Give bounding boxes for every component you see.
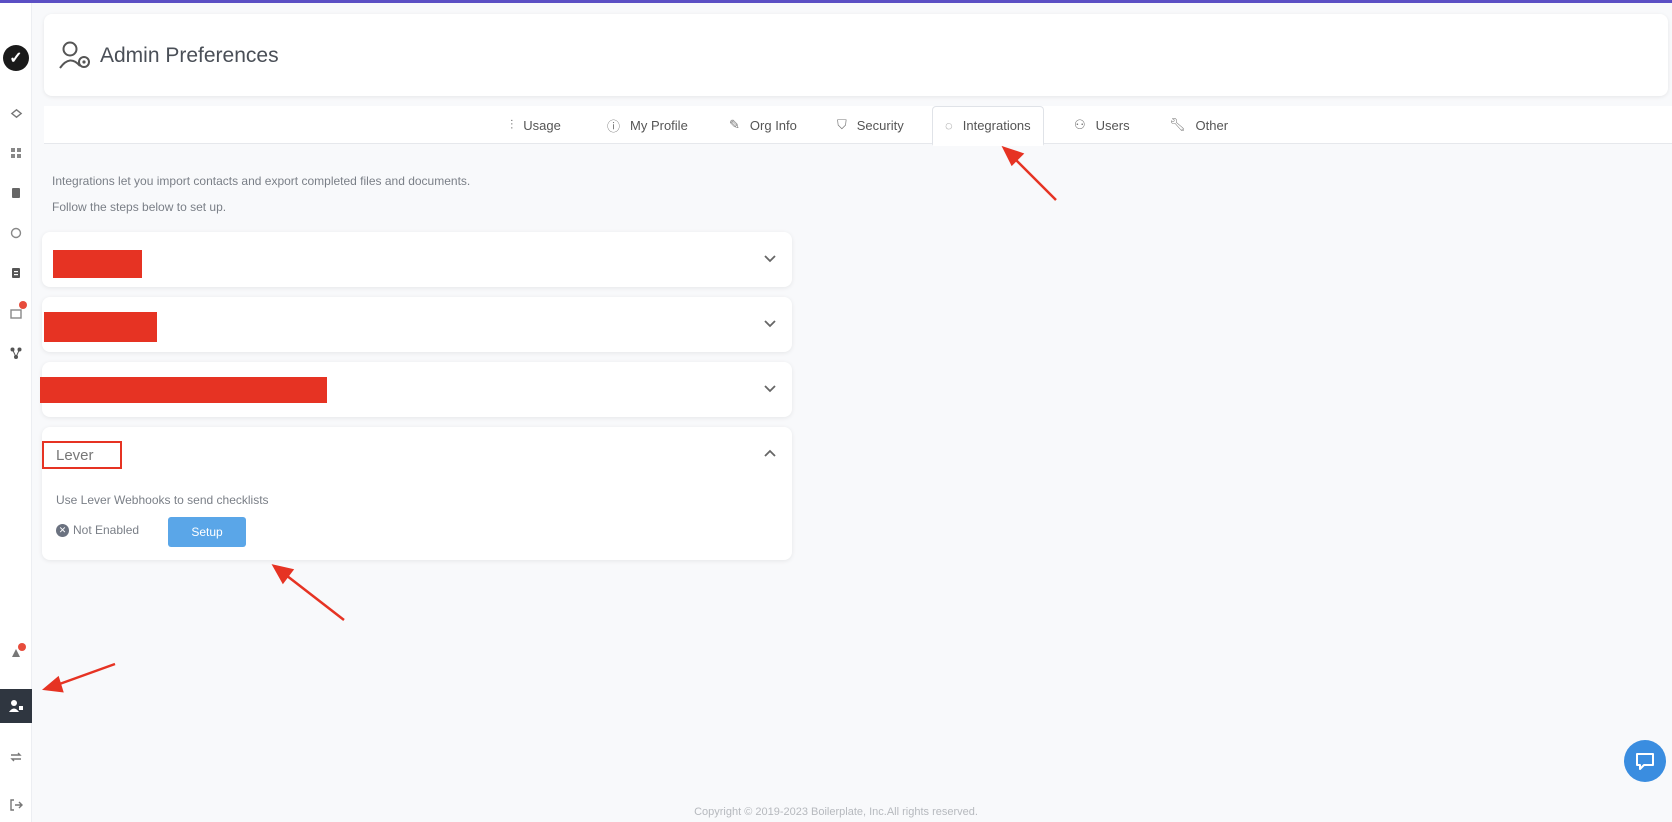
lever-status: ✕ Not Enabled: [56, 523, 139, 537]
chevron-up-icon[interactable]: [762, 445, 778, 461]
admin-user-icon[interactable]: [0, 689, 32, 723]
tab-label: Users: [1095, 117, 1130, 133]
tab-users[interactable]: ⚇ Users: [1074, 106, 1130, 144]
chat-icon: [1636, 753, 1654, 770]
chart-icon: ⫶: [510, 117, 514, 132]
admin-settings-icon: [59, 41, 90, 69]
lever-description: Use Lever Webhooks to send checklists: [56, 493, 269, 507]
chevron-down-icon[interactable]: [762, 380, 778, 396]
intro-text: Integrations let you import contacts and…: [52, 174, 471, 188]
page-title: Admin Preferences: [100, 44, 279, 67]
chat-widget-button[interactable]: [1624, 740, 1666, 782]
notifications-icon[interactable]: [0, 639, 32, 667]
chevron-down-icon[interactable]: [762, 315, 778, 331]
tab-label: Usage: [523, 117, 561, 133]
integration-accordion[interactable]: [42, 297, 792, 352]
list-icon[interactable]: [0, 139, 32, 167]
document-icon[interactable]: [0, 259, 32, 287]
intro-subtext: Follow the steps below to set up.: [52, 200, 227, 214]
notification-badge: [18, 643, 26, 651]
integration-accordion[interactable]: [40, 362, 792, 417]
footer-copyright: Copyright © 2019-2023 Boilerplate, Inc.A…: [694, 806, 978, 818]
top-accent-bar: [0, 0, 1672, 3]
clipboard-icon[interactable]: [0, 179, 32, 207]
sidebar: ✓: [0, 3, 32, 822]
tab-org-info[interactable]: ✎ Org Info: [729, 106, 797, 144]
page-header: Admin Preferences: [44, 14, 1668, 96]
tab-label: Integrations: [962, 118, 1031, 133]
tab-label: My Profile: [630, 117, 688, 133]
inbox-icon[interactable]: [0, 299, 32, 327]
status-dot-icon: ✕: [56, 523, 69, 537]
workflow-icon[interactable]: [0, 339, 32, 367]
chat-bubbles-icon[interactable]: [0, 219, 32, 247]
dashboard-icon[interactable]: [0, 99, 32, 127]
integration-accordion[interactable]: [42, 232, 792, 287]
tab-label: Org Info: [749, 117, 797, 133]
tab-security[interactable]: ⛉ Security: [837, 106, 904, 144]
tab-other[interactable]: 🔧︎ Other: [1169, 106, 1228, 144]
app-logo-icon[interactable]: ✓: [3, 45, 29, 71]
plug-icon: ◌: [945, 118, 953, 133]
tab-my-profile[interactable]: ⓘ My Profile: [607, 106, 688, 144]
tab-label: Security: [856, 117, 904, 133]
tab-usage[interactable]: ⫶ Usage: [510, 106, 561, 144]
preferences-tabs: ⫶ Usage ⓘ My Profile ✎ Org Info ⛉ Securi…: [44, 106, 1672, 146]
tab-integrations[interactable]: ◌ Integrations: [932, 106, 1044, 146]
sync-icon[interactable]: [0, 743, 32, 771]
lever-title[interactable]: Lever: [42, 441, 122, 469]
tab-label: Other: [1195, 117, 1229, 133]
shield-icon: ⛉: [837, 117, 847, 132]
redacted-label: [53, 250, 142, 278]
setup-button[interactable]: Setup: [168, 517, 246, 547]
redacted-label: [44, 312, 157, 342]
users-icon: ⚇: [1074, 117, 1086, 132]
edit-icon: ✎: [729, 117, 740, 132]
status-text: Not Enabled: [73, 523, 140, 537]
lever-integration-card: Lever Use Lever Webhooks to send checkli…: [42, 427, 792, 560]
chevron-down-icon[interactable]: [762, 250, 778, 266]
notification-badge: [19, 301, 27, 309]
wrench-icon: 🔧︎: [1169, 117, 1186, 132]
info-icon: ⓘ: [607, 118, 621, 134]
redacted-label: [40, 377, 327, 403]
